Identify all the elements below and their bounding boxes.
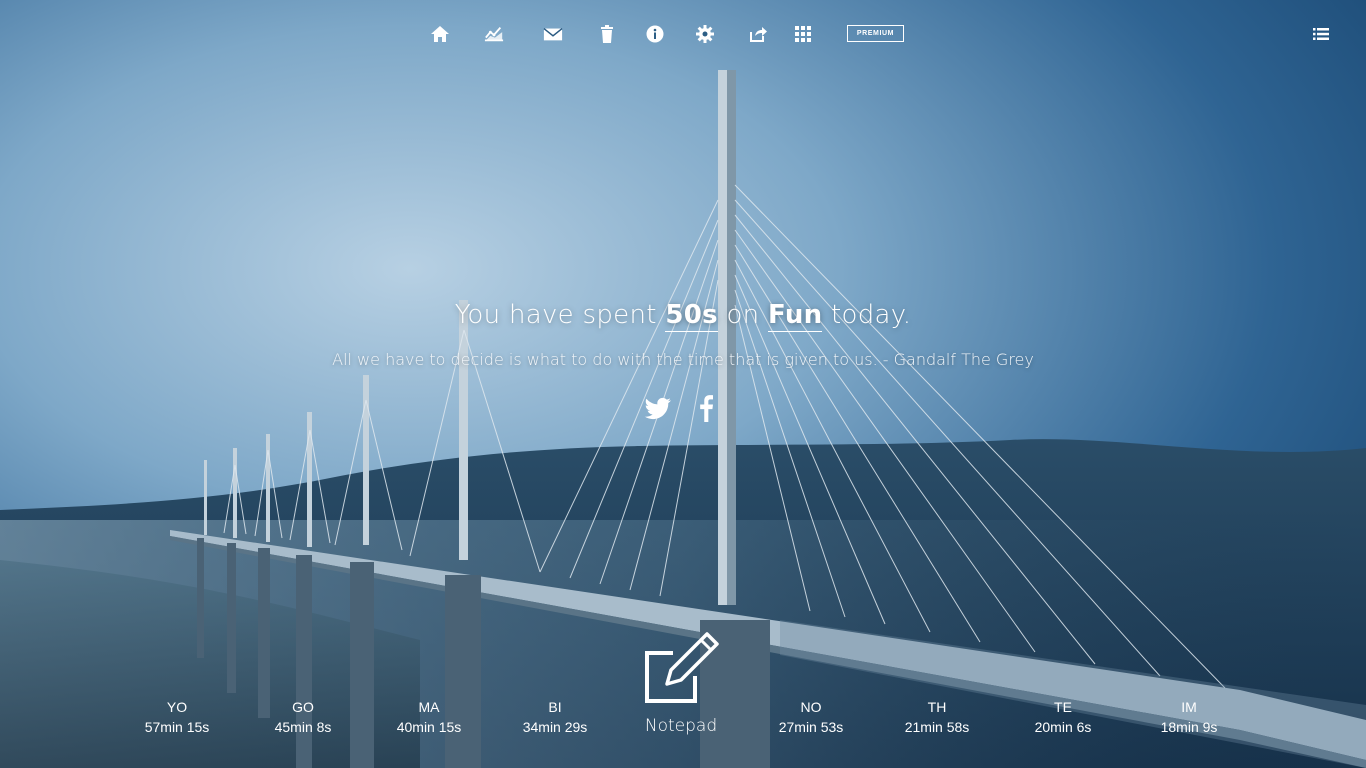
stat-abbr: BI <box>548 699 562 715</box>
stat-time: 34min 29s <box>522 719 588 735</box>
list-menu-icon[interactable] <box>1308 21 1334 47</box>
stat-item[interactable]: MA 40min 15s <box>369 699 489 735</box>
headline-connector: on <box>726 300 760 330</box>
edit-note-icon <box>645 632 719 703</box>
stat-item[interactable]: TH 21min 58s <box>877 699 997 735</box>
stat-abbr: TH <box>927 699 947 715</box>
stat-item[interactable]: YO 57min 15s <box>117 699 237 735</box>
trash-icon[interactable] <box>594 21 620 47</box>
apps-grid-icon[interactable] <box>790 21 816 47</box>
stat-time: 40min 15s <box>396 719 462 735</box>
chart-icon[interactable] <box>481 21 507 47</box>
stat-item[interactable]: NO 27min 53s <box>751 699 871 735</box>
stat-abbr: GO <box>292 699 314 715</box>
notepad-button[interactable]: Notepad <box>621 630 741 736</box>
stat-time: 27min 53s <box>778 719 844 735</box>
headline-prefix: You have spent <box>454 300 657 330</box>
stat-abbr: YO <box>166 699 188 715</box>
quote-text: All we have to decide is what to do with… <box>332 350 1034 369</box>
facebook-icon[interactable] <box>697 394 715 422</box>
stat-item[interactable]: GO 45min 8s <box>243 699 363 735</box>
home-icon[interactable] <box>427 21 453 47</box>
stat-abbr: NO <box>800 699 822 715</box>
stat-time: 21min 58s <box>904 719 970 735</box>
premium-button[interactable]: PREMIUM <box>847 25 904 42</box>
share-icon[interactable] <box>745 21 771 47</box>
notepad-label: Notepad <box>644 716 718 736</box>
stat-abbr: MA <box>418 699 440 715</box>
duration-value[interactable]: 50s <box>665 300 718 332</box>
stat-time: 57min 15s <box>144 719 210 735</box>
stat-abbr: TE <box>1054 699 1072 715</box>
stat-item[interactable]: BI 34min 29s <box>495 699 615 735</box>
center-message: You have spent 50s on Fun today. All we … <box>0 300 1366 369</box>
stat-abbr: IM <box>1181 699 1197 715</box>
stat-time: 45min 8s <box>274 719 332 735</box>
top-toolbar: PREMIUM <box>0 0 1366 66</box>
info-icon[interactable] <box>642 21 668 47</box>
stat-item[interactable]: IM 18min 9s <box>1129 699 1249 735</box>
stat-item[interactable]: TE 20min 6s <box>1003 699 1123 735</box>
mail-icon[interactable] <box>540 21 566 47</box>
stat-time: 20min 6s <box>1034 719 1092 735</box>
stat-time: 18min 9s <box>1160 719 1218 735</box>
time-spent-headline: You have spent 50s on Fun today. <box>0 300 1366 332</box>
twitter-icon[interactable] <box>644 394 672 422</box>
headline-suffix: today. <box>831 300 912 330</box>
gear-icon[interactable] <box>692 21 718 47</box>
category-link[interactable]: Fun <box>768 300 823 332</box>
